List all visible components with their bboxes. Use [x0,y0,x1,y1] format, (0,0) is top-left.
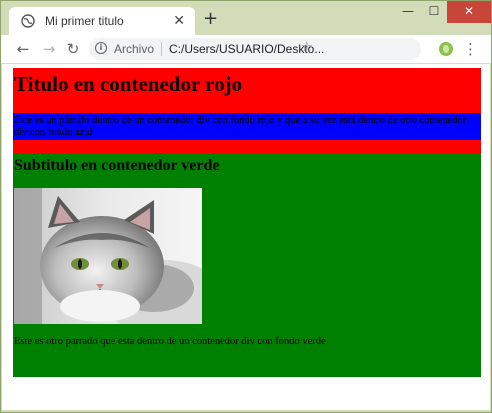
divider [161,42,162,56]
browser-toolbar: ← → ↻ i Archivo C:/Users/USUARIO/Deskto.… [1,35,491,64]
maximize-button[interactable]: ☐ [421,1,447,23]
blue-container: Este es un párrafo dentro de un contened… [13,113,481,140]
tab-title: Mi primer titulo [45,14,124,28]
address-bar[interactable]: i Archivo C:/Users/USUARIO/Deskto... ☆ [89,38,421,60]
close-window-button[interactable]: ✕ [447,1,491,23]
scheme-label: Archivo [114,42,155,56]
back-button[interactable]: ← [13,39,33,59]
page-content: Titulo en contenedor rojo Este es un pár… [13,68,481,377]
cat-image [14,188,202,324]
minimize-button[interactable]: — [395,1,421,23]
browser-window: Mi primer titulo ✕ + — ☐ ✕ ← → ↻ i Archi… [0,0,492,413]
red-heading: Titulo en contenedor rojo [14,72,243,96]
bookmark-star-icon[interactable]: ☆ [301,40,313,55]
blue-paragraph: Este es un párrafo dentro de un contened… [14,115,467,138]
extension-icon[interactable] [439,42,453,56]
browser-tab[interactable]: Mi primer titulo ✕ [9,7,195,35]
green-heading: Subtitulo en contenedor verde [14,157,220,174]
tab-strip: Mi primer titulo ✕ + — ☐ ✕ [1,1,491,35]
forward-button[interactable]: → [39,39,59,59]
info-icon[interactable]: i [95,42,107,54]
reload-button[interactable]: ↻ [63,39,83,59]
globe-icon [21,14,35,28]
new-tab-button[interactable]: + [203,10,218,28]
green-paragraph: Este es otro parrado que esta dentro de … [14,336,326,347]
cat-photo-icon [14,188,202,324]
page-viewport: Titulo en contenedor rojo Este es un pár… [2,64,490,410]
close-icon[interactable]: ✕ [173,13,185,29]
green-container: Subtitulo en contenedor verde Este es ot… [13,153,481,377]
red-container: Titulo en contenedor rojo Este es un pár… [13,68,481,153]
menu-icon[interactable]: ⋮ [463,39,478,59]
